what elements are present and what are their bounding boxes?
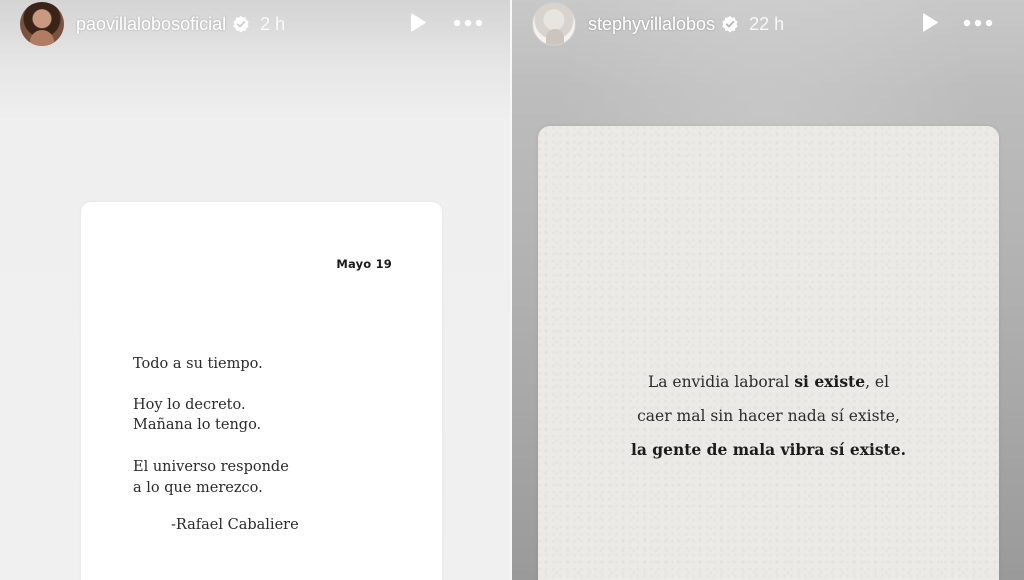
- story-panel-left[interactable]: paovillalobosoficial 2 h Mayo 19 Todo a …: [0, 0, 512, 580]
- quote-line: La envidia laboral si existe, el: [538, 372, 999, 391]
- quote-emphasis: si existe: [794, 372, 866, 391]
- poem-line: a lo que merezco.: [133, 480, 263, 496]
- play-icon[interactable]: [916, 10, 942, 36]
- stories-screen: paovillalobosoficial 2 h Mayo 19 Todo a …: [0, 0, 1024, 580]
- story-card-quote: Mayo 19 Todo a su tiempo. Hoy lo decreto…: [81, 202, 442, 580]
- avatar[interactable]: [532, 2, 576, 46]
- poem-line: Mañana lo tengo.: [133, 417, 262, 433]
- username[interactable]: stephyvillalobos: [588, 14, 715, 35]
- quote-attribution: -Rafael Cabaliere: [171, 517, 299, 533]
- verified-badge-icon: [233, 15, 249, 33]
- poem-line: Hoy lo decreto.: [133, 397, 246, 413]
- quote-emphasis: la gente de mala vibra sí existe.: [630, 440, 907, 459]
- more-horizontal-icon[interactable]: [452, 10, 484, 36]
- panel-divider: [510, 0, 512, 580]
- story-timestamp: 2 h: [260, 13, 286, 34]
- poem-line: Todo a su tiempo.: [133, 356, 263, 372]
- avatar[interactable]: [20, 2, 64, 46]
- story-header-right: stephyvillalobos 22 h: [512, 0, 1024, 48]
- poem-line: El universo responde: [133, 459, 289, 475]
- username[interactable]: paovillalobosoficial: [76, 14, 226, 35]
- story-timestamp: 22 h: [749, 13, 785, 34]
- story-card-quote: La envidia laboral si existe, el caer ma…: [538, 126, 999, 580]
- quote-text: , el: [865, 373, 890, 391]
- quote-text: La envidia laboral: [647, 373, 795, 391]
- play-icon[interactable]: [404, 10, 430, 36]
- quote-line: la gente de mala vibra sí existe.: [538, 440, 999, 459]
- verified-badge-icon: [722, 15, 738, 33]
- date-label: Mayo 19: [336, 257, 392, 271]
- quote-line: caer mal sin hacer nada sí existe,: [637, 407, 900, 425]
- story-header-left: paovillalobosoficial 2 h: [0, 0, 512, 48]
- more-horizontal-icon[interactable]: [962, 10, 994, 36]
